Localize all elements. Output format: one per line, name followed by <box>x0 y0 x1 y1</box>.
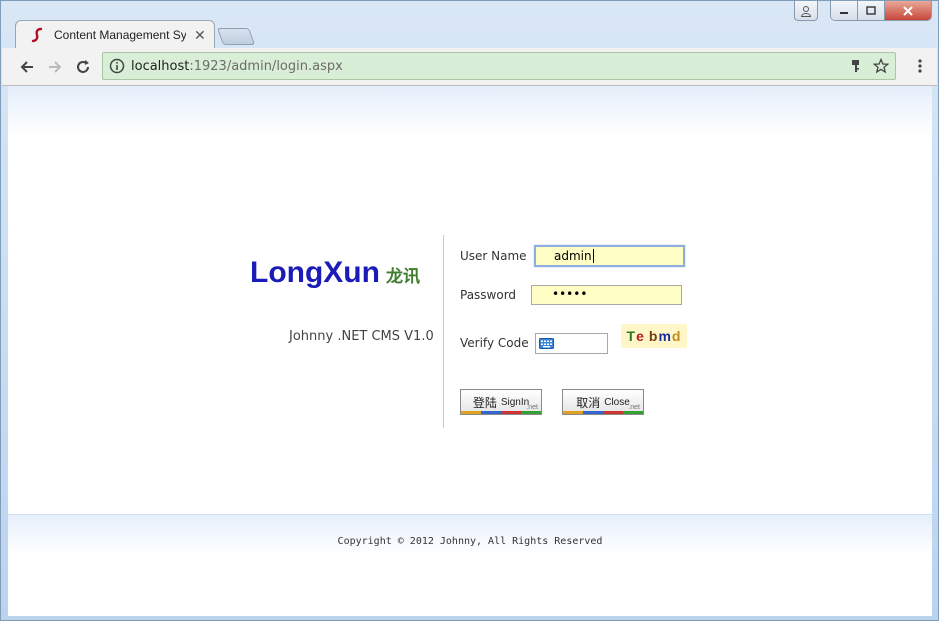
username-label: User Name <box>460 249 527 263</box>
tab-title: Content Management Sy <box>54 28 186 42</box>
info-icon[interactable] <box>109 58 125 74</box>
verify-code-label: Verify Code <box>460 336 529 350</box>
signin-label-en: SignIn <box>500 396 530 408</box>
user-icon <box>800 5 812 17</box>
browser-menu-button[interactable] <box>917 58 923 77</box>
header-gradient <box>8 86 932 136</box>
brand-name: LongXun <box>250 256 380 289</box>
captcha-char: b <box>648 328 659 344</box>
minimize-button[interactable] <box>831 1 858 20</box>
profile-button[interactable] <box>794 1 818 21</box>
forward-button[interactable] <box>45 57 65 77</box>
key-icon[interactable] <box>849 58 863 74</box>
close-window-button[interactable] <box>885 1 931 20</box>
arrow-right-icon <box>49 61 62 73</box>
captcha-char: e <box>636 328 645 344</box>
username-value: admin <box>554 249 592 263</box>
net-tag: .net <box>526 404 538 411</box>
signin-label-cn: 登陆 <box>472 395 497 410</box>
window-controls <box>794 1 932 21</box>
net-tag: .net <box>628 404 640 411</box>
brand-name-cn: 龙讯 <box>385 267 420 286</box>
captcha-char: d <box>671 328 682 344</box>
password-label: Password <box>460 288 517 302</box>
window-buttons <box>830 1 932 21</box>
browser-toolbar: localhost:1923/admin/login.aspx <box>2 48 937 86</box>
address-bar[interactable]: localhost:1923/admin/login.aspx <box>102 52 896 80</box>
verify-code-field[interactable] <box>535 333 608 354</box>
text-caret <box>592 249 594 263</box>
reload-icon <box>77 60 89 73</box>
url-host: localhost <box>131 58 190 74</box>
page-content: LongXun 龙讯 Johnny .NET CMS V1.0 User Name… <box>8 86 932 616</box>
browser-tab[interactable]: Content Management Sy ✕ <box>15 20 215 49</box>
captcha-char: T <box>626 328 637 344</box>
url-path: :1923/admin/login.aspx <box>189 58 343 74</box>
address-bar-actions <box>849 58 889 74</box>
vertical-divider <box>443 235 444 428</box>
close-label-en: Close <box>604 396 630 408</box>
signin-button[interactable]: 登陆 SignIn .net <box>460 389 542 415</box>
browser-window: Content Management Sy ✕ localhost:1923/a… <box>0 0 939 621</box>
restore-icon <box>866 5 876 15</box>
footer: Copyright © 2012 Johnny, All Rights Rese… <box>8 514 932 616</box>
reload-button[interactable] <box>73 57 93 77</box>
arrow-left-icon <box>20 61 33 73</box>
restore-button[interactable] <box>858 1 885 20</box>
favicon-icon <box>31 27 43 43</box>
username-field[interactable]: admin <box>534 245 685 267</box>
new-tab-button[interactable] <box>216 28 256 45</box>
close-icon <box>903 5 913 16</box>
brand-logo: LongXun 龙讯 <box>250 256 420 290</box>
star-icon[interactable] <box>873 58 889 74</box>
url-text: localhost:1923/admin/login.aspx <box>131 59 343 74</box>
password-field[interactable]: ••••• <box>531 285 682 305</box>
more-vert-icon <box>918 59 922 73</box>
captcha-image[interactable]: T e b m d <box>621 324 687 348</box>
copyright-text: Copyright © 2012 Johnny, All Rights Rese… <box>337 536 603 547</box>
back-button[interactable] <box>17 57 37 77</box>
minimize-icon <box>840 11 848 14</box>
close-label-cn: 取消 <box>576 395 601 410</box>
captcha-char: m <box>658 328 672 344</box>
close-button[interactable]: 取消 Close .net <box>562 389 644 415</box>
keyboard-icon[interactable] <box>539 338 554 349</box>
brand-subtitle: Johnny .NET CMS V1.0 <box>289 329 434 344</box>
password-value: ••••• <box>552 287 588 301</box>
tab-close-icon[interactable]: ✕ <box>194 27 206 44</box>
